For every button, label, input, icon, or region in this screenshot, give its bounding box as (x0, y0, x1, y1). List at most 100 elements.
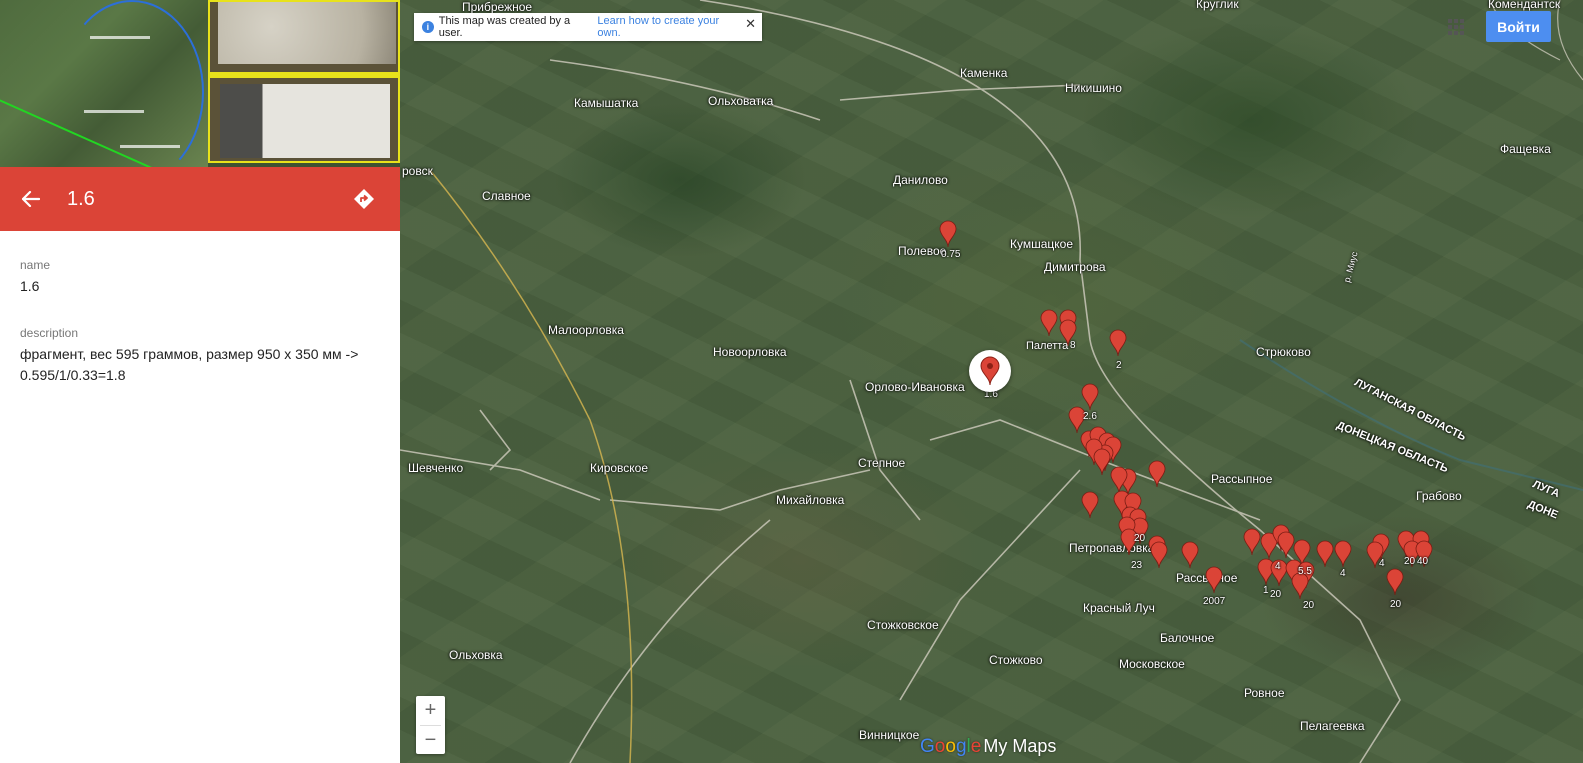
photo-fragment-images (208, 0, 400, 163)
directions-icon (354, 189, 374, 209)
place-label: Шевченко (408, 461, 464, 475)
google-logo-text: Google (920, 736, 982, 757)
place-label: Грабово (1416, 489, 1462, 503)
map-pin[interactable] (1181, 541, 1199, 569)
back-arrow-icon (22, 191, 40, 207)
info-icon: i (422, 21, 434, 33)
pin-label: 4 (1275, 561, 1281, 572)
apps-grid-icon[interactable] (1448, 19, 1464, 35)
pin-label: 40 (1417, 556, 1429, 567)
pin-label: 2.6 (1083, 411, 1097, 422)
feature-title-bar: 1.6 (0, 167, 400, 231)
pin-label: 8 (1070, 340, 1076, 351)
map-pin[interactable] (939, 220, 957, 248)
pin-label: 20 (1390, 599, 1402, 610)
place-label: Никишино (1065, 81, 1122, 95)
place-label: Пелагеевка (1300, 719, 1365, 733)
map-canvas[interactable]: Прибрежное Круглик Комендантск Каменка К… (400, 0, 1583, 763)
place-label: Димитрова (1044, 260, 1106, 274)
place-label: Балочное (1160, 631, 1215, 645)
close-icon[interactable]: ✕ (745, 16, 756, 32)
map-pin[interactable] (1334, 540, 1352, 568)
map-pin[interactable] (1150, 541, 1168, 569)
map-pin-icon (1316, 540, 1334, 568)
map-pin-icon (1243, 528, 1261, 556)
selected-map-pin[interactable] (969, 350, 1011, 392)
map-pin-icon (1093, 448, 1111, 476)
map-pin-icon (1334, 540, 1352, 568)
field-label-name: name (20, 258, 51, 272)
map-pin[interactable] (1386, 568, 1404, 596)
place-label: Славное (482, 189, 531, 203)
field-value-description-line2: 0.595/1/0.33=1.8 (20, 367, 126, 383)
photo-annotation (84, 110, 144, 113)
google-my-maps-logo: Google My Maps (920, 736, 1056, 758)
zoom-in-button[interactable]: + (416, 696, 445, 725)
back-button[interactable] (19, 187, 43, 211)
map-pin[interactable] (1243, 528, 1261, 556)
field-value-description-line1: фрагмент, вес 595 граммов, размер 950 х … (20, 346, 359, 362)
place-label: Стожково (989, 653, 1043, 667)
field-label-description: description (20, 326, 79, 340)
photo-annotation (120, 145, 180, 148)
map-pin[interactable] (1109, 329, 1127, 357)
place-label: Кумшацкое (1010, 237, 1074, 251)
map-pin[interactable] (1205, 566, 1223, 594)
place-label: Комендантск (1488, 0, 1561, 11)
map-pin[interactable] (1081, 491, 1099, 519)
map-pin-icon (1181, 541, 1199, 569)
pin-label: 4 (1379, 558, 1385, 569)
notice-text: This map was created by a user. (438, 15, 571, 39)
directions-button[interactable] (350, 185, 378, 213)
place-label: Стрюково (1256, 345, 1311, 359)
place-label: Ольховка (449, 648, 503, 662)
pin-label: 20 (1404, 556, 1416, 567)
place-label: Московское (1119, 657, 1185, 671)
pin-label: 5.5 (1298, 566, 1312, 577)
map-pin-icon (1150, 541, 1168, 569)
pin-label: 20 (1134, 533, 1146, 544)
map-pin-icon (1081, 491, 1099, 519)
fragment-image-top (218, 2, 396, 64)
feature-details-panel: 1.6 name 1.6 description фрагмент, вес 5… (0, 0, 400, 763)
zoom-control: + − (416, 696, 445, 754)
pin-label: 23 (1131, 560, 1143, 571)
pin-label: 0.75 (941, 249, 961, 260)
feature-photo[interactable] (0, 0, 400, 167)
map-pin[interactable] (1093, 448, 1111, 476)
pin-label: 20 (1270, 589, 1282, 600)
photo-map-thumbnail (0, 0, 208, 167)
place-label: Фащевка (1500, 142, 1551, 156)
map-pin[interactable] (1040, 309, 1058, 337)
place-label: Орлово-Ивановка (865, 380, 965, 394)
feature-title: 1.6 (67, 187, 95, 210)
my-maps-text: My Maps (983, 736, 1057, 756)
learn-more-link[interactable]: Learn how to create your own. (597, 15, 742, 39)
place-label: Новоорловка (713, 345, 787, 359)
pin-label: 4 (1340, 568, 1346, 579)
place-label: Ольховатка (708, 94, 774, 108)
map-pin-icon (1386, 568, 1404, 596)
place-label: Данилово (893, 173, 948, 187)
pin-label: 2 (1116, 360, 1122, 371)
pin-label: 1 (1263, 585, 1269, 596)
place-label: Камышатка (574, 96, 639, 110)
place-label: Рассыпное (1211, 472, 1273, 486)
place-label: Винницкое (859, 728, 920, 742)
fragment-image-bottom (220, 84, 390, 158)
photo-divider (210, 72, 398, 78)
place-label: Степное (858, 456, 906, 470)
zoom-out-button[interactable]: − (416, 726, 445, 755)
place-label: ровск (402, 164, 433, 178)
field-value-name: 1.6 (20, 278, 40, 294)
map-pin-icon (980, 356, 1000, 386)
user-map-notice: i This map was created by a user. Learn … (414, 13, 762, 41)
place-label: Красный Луч (1083, 601, 1155, 615)
map-pin[interactable] (1148, 460, 1166, 488)
signin-button[interactable]: Войти (1486, 11, 1551, 42)
map-pin-icon (939, 220, 957, 248)
pin-label: 20 (1303, 600, 1315, 611)
map-pin[interactable] (1316, 540, 1334, 568)
map-pin-icon (1205, 566, 1223, 594)
map-pin-icon (1109, 329, 1127, 357)
